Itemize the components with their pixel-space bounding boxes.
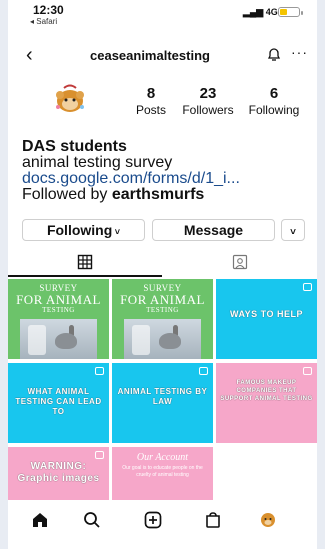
- followers-count[interactable]: 23 Followers: [178, 85, 238, 117]
- chevron-down-icon: ˅: [290, 227, 296, 238]
- message-button[interactable]: Message: [152, 219, 275, 241]
- followers-value: 23: [199, 85, 217, 102]
- post-tile[interactable]: Our Account Our goal is to educate peopl…: [112, 447, 213, 501]
- following-count[interactable]: 6 Following: [243, 85, 305, 117]
- chevron-down-icon: ˅: [112, 227, 121, 237]
- bottom-nav: [8, 500, 317, 549]
- avatar[interactable]: [50, 83, 90, 115]
- post-text: WHAT ANIMAL TESTING CAN LEAD TO: [15, 387, 102, 416]
- multiple-photos-icon: [303, 283, 312, 291]
- post-tile[interactable]: SURVEY FOR ANIMAL TESTING: [8, 279, 109, 359]
- multiple-photos-icon: [95, 367, 104, 375]
- profile-header: ‹ ceaseanimaltesting ···: [8, 40, 317, 70]
- post-photo: [20, 319, 97, 359]
- shop-icon[interactable]: [203, 510, 223, 535]
- post-tile[interactable]: FAMOUS MAKEUP COMPANIES THAT SUPPORT ANI…: [216, 363, 317, 443]
- new-post-icon[interactable]: [143, 510, 163, 535]
- following-button[interactable]: Following ˅: [22, 219, 145, 241]
- more-icon[interactable]: ···: [291, 44, 308, 60]
- posts-count[interactable]: 8 Posts: [136, 85, 166, 117]
- followers-label: Followers: [182, 103, 234, 117]
- tab-tagged[interactable]: [163, 248, 317, 276]
- network-indicator: ▂▄▆ 4G: [243, 7, 278, 17]
- following-value: 6: [269, 85, 279, 102]
- following-label: Following: [248, 103, 300, 117]
- status-time: 12:30: [33, 3, 64, 17]
- multiple-photos-icon: [303, 367, 312, 375]
- phone-screen: 12:30 ◂ Safari ▂▄▆ 4G ‹ ceaseanimaltesti…: [8, 0, 317, 549]
- bell-icon[interactable]: [266, 46, 282, 67]
- status-bar: 12:30 ◂ Safari ▂▄▆ 4G: [8, 0, 317, 32]
- multiple-photos-icon: [95, 451, 104, 459]
- post-tile[interactable]: SURVEY FOR ANIMAL TESTING: [112, 279, 213, 359]
- profile-tabs: [8, 248, 317, 276]
- post-text: WAYS TO HELP: [229, 309, 304, 319]
- posts-label: Posts: [136, 103, 167, 117]
- profile-username: ceaseanimaltesting: [90, 48, 210, 63]
- post-text: WARNING: Graphic images: [17, 461, 100, 484]
- posts-value: 8: [146, 85, 156, 102]
- post-text: Our goal is to educate people on the cru…: [122, 465, 203, 478]
- bio-link[interactable]: docs.google.com/forms/d/1_i...: [22, 171, 312, 187]
- followed-by[interactable]: Followed by earthsmurfs: [22, 187, 312, 203]
- followed-by-user: earthsmurfs: [111, 186, 205, 203]
- followed-by-prefix: Followed by: [22, 186, 112, 203]
- post-text: FAMOUS MAKEUP COMPANIES THAT SUPPORT ANI…: [220, 380, 313, 402]
- tagged-icon: [232, 254, 248, 270]
- home-icon[interactable]: [30, 510, 50, 535]
- post-tile[interactable]: WAYS TO HELP: [216, 279, 317, 359]
- tab-posts-grid[interactable]: [8, 248, 162, 276]
- grid-icon: [77, 254, 93, 270]
- network-label: 4G: [265, 7, 278, 17]
- post-text: ANIMAL TESTING BY LAW: [117, 387, 208, 406]
- post-tile[interactable]: WARNING: Graphic images: [8, 447, 109, 501]
- profile-name: DAS students: [22, 138, 127, 155]
- multiple-photos-icon: [199, 367, 208, 375]
- following-button-label: Following: [46, 222, 113, 238]
- post-tile[interactable]: WHAT ANIMAL TESTING CAN LEAD TO: [8, 363, 109, 443]
- suggested-users-button[interactable]: ˅: [281, 219, 305, 241]
- active-tab-indicator: [8, 275, 162, 277]
- post-tile[interactable]: ANIMAL TESTING BY LAW: [112, 363, 213, 443]
- chevron-left-icon[interactable]: ‹: [26, 44, 33, 67]
- profile-bio: DAS students animal testing survey docs.…: [22, 139, 312, 203]
- back-to-app-link[interactable]: ◂ Safari: [30, 17, 57, 26]
- post-photo: [124, 319, 201, 359]
- battery-icon: [278, 7, 303, 17]
- post-title: Our Account: [136, 452, 189, 463]
- profile-icon[interactable]: [258, 510, 278, 535]
- post-title-line: TESTING: [146, 306, 179, 314]
- message-button-label: Message: [183, 222, 244, 238]
- search-icon[interactable]: [82, 510, 102, 535]
- post-title-line: TESTING: [42, 306, 75, 314]
- bio-text: animal testing survey: [22, 154, 173, 171]
